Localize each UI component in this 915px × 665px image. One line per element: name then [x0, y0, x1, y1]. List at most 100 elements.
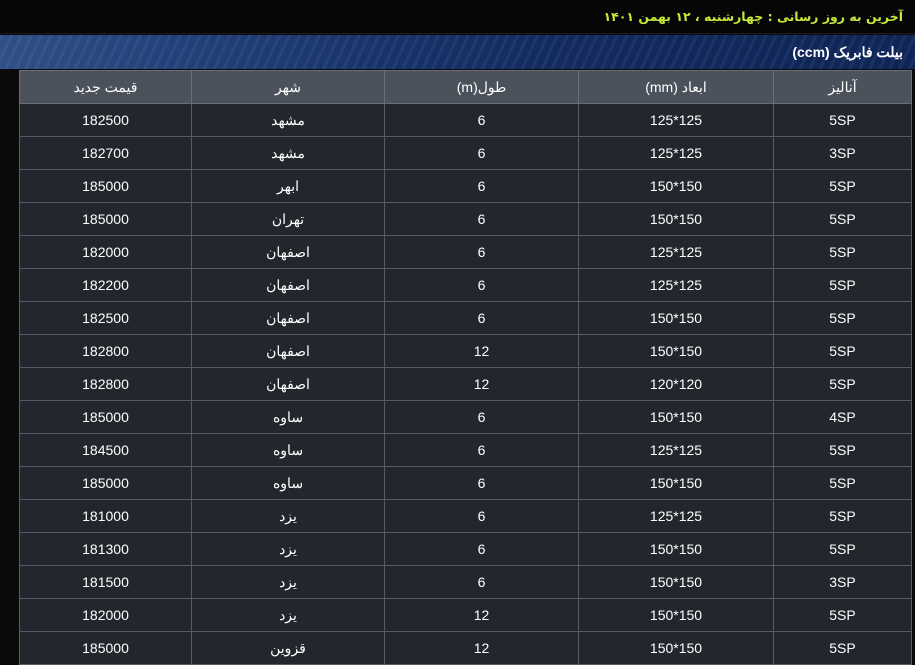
- city-cell: ساوه: [191, 466, 385, 500]
- dimensions-cell: 150*150: [578, 466, 774, 500]
- length-cell: 6: [384, 565, 579, 599]
- length-cell: 6: [384, 202, 579, 236]
- length-cell: 6: [384, 400, 579, 434]
- length-cell: 6: [384, 169, 579, 203]
- length-cell: 6: [384, 532, 579, 566]
- city-cell: ساوه: [191, 400, 385, 434]
- analysis-cell: 3SP: [773, 136, 912, 170]
- dimensions-cell: 150*150: [578, 202, 774, 236]
- section-title: بیلت فابریک (ccm): [792, 43, 903, 60]
- analysis-cell: 5SP: [773, 301, 912, 335]
- dimensions-cell: 150*150: [578, 301, 774, 335]
- price-cell: 182000: [19, 598, 192, 632]
- last-update-text: آخرین به روز رسانی : چهارشنبه ، ۱۲ بهمن …: [603, 9, 904, 24]
- city-cell: اصفهان: [191, 235, 385, 269]
- length-cell: 6: [384, 235, 579, 269]
- city-cell: قزوین: [191, 631, 385, 665]
- city-cell: اصفهان: [191, 334, 385, 368]
- price-cell: 182000: [19, 235, 192, 269]
- price-cell: 181000: [19, 499, 192, 533]
- city-cell: یزد: [191, 598, 385, 632]
- analysis-cell: 5SP: [773, 334, 912, 368]
- analysis-cell: 5SP: [773, 103, 912, 137]
- analysis-cell: 5SP: [773, 169, 912, 203]
- city-cell: اصفهان: [191, 268, 385, 302]
- dimensions-cell: 125*125: [578, 433, 774, 467]
- length-cell: 6: [384, 499, 579, 533]
- dimensions-cell: 150*150: [578, 169, 774, 203]
- city-cell: یزد: [191, 499, 385, 533]
- table-row: 3SP 125*125 6 مشهد 182700: [19, 136, 912, 170]
- table-row: 5SP 150*150 12 قزوین 185000: [19, 631, 912, 665]
- table-row: 5SP 150*150 6 ابهر 185000: [19, 169, 912, 203]
- price-cell: 182200: [19, 268, 192, 302]
- dimensions-cell: 125*125: [578, 499, 774, 533]
- section-title-bar: بیلت فابریک (ccm): [0, 35, 915, 69]
- length-cell: 12: [384, 334, 579, 368]
- header-analysis: آنالیز: [773, 70, 912, 104]
- analysis-cell: 5SP: [773, 598, 912, 632]
- dimensions-cell: 150*150: [578, 598, 774, 632]
- table-row: 5SP 125*125 6 ساوه 184500: [19, 433, 912, 467]
- table-row: 5SP 125*125 6 مشهد 182500: [19, 103, 912, 137]
- dimensions-cell: 150*150: [578, 334, 774, 368]
- city-cell: تهران: [191, 202, 385, 236]
- dimensions-cell: 150*150: [578, 631, 774, 665]
- price-cell: 182500: [19, 103, 192, 137]
- table-body: 5SP 125*125 6 مشهد 182500 3SP 125*125 6 مشهد 1827…: [19, 103, 912, 665]
- analysis-cell: 5SP: [773, 532, 912, 566]
- analysis-cell: 5SP: [773, 367, 912, 401]
- city-cell: یزد: [191, 532, 385, 566]
- header-city: شهر: [191, 70, 385, 104]
- update-bar: آخرین به روز رسانی : چهارشنبه ، ۱۲ بهمن …: [0, 0, 915, 34]
- analysis-cell: 5SP: [773, 235, 912, 269]
- length-cell: 6: [384, 301, 579, 335]
- analysis-cell: 4SP: [773, 400, 912, 434]
- table-header-row: آنالیز ابعاد (mm) طول(m) شهر قیمت جدید: [19, 70, 912, 104]
- analysis-cell: 5SP: [773, 433, 912, 467]
- table-row: 5SP 125*125 6 اصفهان 182200: [19, 268, 912, 302]
- table-row: 5SP 120*120 12 اصفهان 182800: [19, 367, 912, 401]
- analysis-cell: 5SP: [773, 202, 912, 236]
- price-cell: 185000: [19, 169, 192, 203]
- table-row: 5SP 150*150 6 ساوه 185000: [19, 466, 912, 500]
- table-row: 5SP 150*150 6 یزد 181300: [19, 532, 912, 566]
- header-length: طول(m): [384, 70, 579, 104]
- analysis-cell: 3SP: [773, 565, 912, 599]
- dimensions-cell: 150*150: [578, 400, 774, 434]
- dimensions-cell: 125*125: [578, 268, 774, 302]
- city-cell: ابهر: [191, 169, 385, 203]
- price-table-container: آنالیز ابعاد (mm) طول(m) شهر قیمت جدید 5…: [19, 70, 912, 665]
- length-cell: 6: [384, 466, 579, 500]
- price-cell: 185000: [19, 466, 192, 500]
- price-cell: 182700: [19, 136, 192, 170]
- table-row: 5SP 125*125 6 یزد 181000: [19, 499, 912, 533]
- length-cell: 6: [384, 103, 579, 137]
- city-cell: ساوه: [191, 433, 385, 467]
- price-cell: 185000: [19, 631, 192, 665]
- table-row: 5SP 150*150 12 اصفهان 182800: [19, 334, 912, 368]
- analysis-cell: 5SP: [773, 268, 912, 302]
- table-row: 5SP 150*150 6 تهران 185000: [19, 202, 912, 236]
- length-cell: 12: [384, 598, 579, 632]
- city-cell: اصفهان: [191, 367, 385, 401]
- analysis-cell: 5SP: [773, 499, 912, 533]
- dimensions-cell: 150*150: [578, 532, 774, 566]
- length-cell: 12: [384, 631, 579, 665]
- price-table: آنالیز ابعاد (mm) طول(m) شهر قیمت جدید 5…: [19, 70, 912, 665]
- city-cell: اصفهان: [191, 301, 385, 335]
- city-cell: مشهد: [191, 136, 385, 170]
- length-cell: 6: [384, 268, 579, 302]
- header-new-price: قیمت جدید: [19, 70, 192, 104]
- price-cell: 181300: [19, 532, 192, 566]
- price-cell: 184500: [19, 433, 192, 467]
- table-row: 5SP 150*150 6 اصفهان 182500: [19, 301, 912, 335]
- analysis-cell: 5SP: [773, 631, 912, 665]
- table-row: 3SP 150*150 6 یزد 181500: [19, 565, 912, 599]
- header-dimensions: ابعاد (mm): [578, 70, 774, 104]
- price-cell: 182800: [19, 334, 192, 368]
- analysis-cell: 5SP: [773, 466, 912, 500]
- price-cell: 185000: [19, 400, 192, 434]
- length-cell: 12: [384, 367, 579, 401]
- dimensions-cell: 150*150: [578, 565, 774, 599]
